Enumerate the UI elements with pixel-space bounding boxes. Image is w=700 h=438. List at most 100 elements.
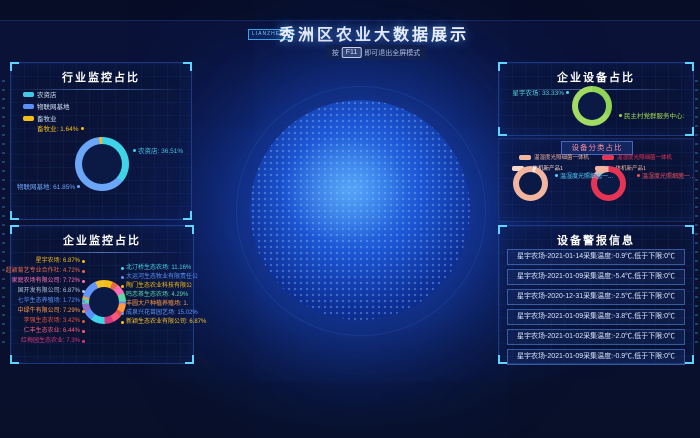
corner-accent xyxy=(10,211,19,220)
enterprise-label: 成泉兴花苗园艺场: 15.02% xyxy=(121,309,198,318)
legend-item[interactable]: 物联网基地 xyxy=(23,101,70,111)
page-title: 秀洲区农业大数据展示 xyxy=(0,21,700,45)
enterprise-donut-chart[interactable] xyxy=(82,280,126,324)
legend-label: 温湿度光照细菌一体机 xyxy=(617,153,672,161)
donut-label-agristore: 农资店: 36.51% xyxy=(133,145,183,155)
legend-item[interactable]: 农资店 xyxy=(23,89,70,99)
label-text: 家庭农场有限公司: 7.72% xyxy=(12,276,80,286)
label-dot xyxy=(121,276,124,279)
legend-swatch xyxy=(519,155,531,160)
corner-accent xyxy=(498,355,507,364)
label-text: 丰圆大户种植养殖场: 1. xyxy=(126,300,188,309)
industry-legend: 农资店 物联网基地 畜牧业 xyxy=(23,89,70,123)
divider xyxy=(21,252,183,253)
corner-accent xyxy=(498,225,507,234)
donut-label-livestock: 畜牧业: 1.64% xyxy=(37,123,84,133)
label-dot xyxy=(82,300,85,303)
corner-accent xyxy=(498,62,507,71)
top-bar xyxy=(0,0,700,21)
corner-accent xyxy=(185,355,194,364)
legend-item[interactable]: 温湿度光照细菌一体机 xyxy=(602,153,672,161)
label-dot xyxy=(82,330,85,333)
label-dot xyxy=(82,270,85,273)
enterprise-label: 七华生态养殖场: 1.72% xyxy=(18,296,85,306)
label-dot xyxy=(121,303,124,306)
label-text: 李强生态农场: 3.42% xyxy=(24,316,80,326)
label-dot xyxy=(82,260,85,263)
device-alarm-panel: 设备警报信息 星宇农场-2021-01-14采集温度:-0.9℃,低于下限:0℃… xyxy=(498,225,694,364)
alarm-row[interactable]: 星宇农场-2021-01-09采集温度:-0.9℃,低于下限:0℃ xyxy=(507,349,685,365)
alarm-panel-title: 设备警报信息 xyxy=(499,226,693,248)
class-donut-left[interactable] xyxy=(513,166,548,201)
label-dot xyxy=(81,127,84,130)
label-text: 鸣恋茶生态农场: 4.29% xyxy=(126,291,188,300)
alarm-text: 星宇农场-2021-01-09采集温度:-5.4℃,低于下限:0℃ xyxy=(517,273,675,280)
enterprise-label: 李强生态农场: 3.42% xyxy=(24,316,85,326)
label-dot xyxy=(121,285,124,288)
label-text: 大运河生态牧业有限责任公 xyxy=(126,273,198,282)
corner-accent xyxy=(183,211,192,220)
label-text: 红梅园生态农业: 7.3% xyxy=(21,336,80,346)
label-text: 七华生态养殖场: 1.72% xyxy=(18,296,80,306)
label-text: 温湿度光照细菌一... xyxy=(560,171,613,180)
legend-label: 农资店 xyxy=(37,89,57,99)
enterprise-ratio-panel: 企业监控占比 星宇农场: 6.87% 超颖菊艺专业合作社: 4.72% 家庭农场… xyxy=(10,225,194,364)
alarm-text: 星宇农场-2020-12-31采集温度:-2.5℃,低于下限:0℃ xyxy=(517,293,675,300)
legend-label: 温湿度光照细菌一体机 xyxy=(534,153,589,161)
alarm-row[interactable]: 星宇农场-2020-12-31采集温度:-2.5℃,低于下限:0℃ xyxy=(507,289,685,305)
globe-highlight xyxy=(281,135,409,245)
enterprise-labels-right: 北汀桥生态农场: 11.16% 大运河生态牧业有限责任公 陶门生态农业科技有限公… xyxy=(121,264,206,327)
legend-item[interactable]: 温湿度光照细菌一体机 xyxy=(519,153,589,161)
enterprise-label: 陶门生态农业科技有限公 xyxy=(121,282,192,291)
corner-accent xyxy=(10,62,19,71)
agri-dashboard: LIANZHENT 秀洲区农业大数据展示 按 F11 即可退出全屏模式 行业监控… xyxy=(0,0,700,438)
enterprise-label: 大运河生态牧业有限责任公 xyxy=(121,273,198,282)
enterprise-label: 超颖菊艺专业合作社: 4.72% xyxy=(6,266,85,276)
label-text: 北汀桥生态农场: 11.16% xyxy=(126,264,191,273)
enterprise-label: 国开发有限公司: 6.87% xyxy=(18,286,85,296)
label-dot xyxy=(121,312,124,315)
label-text: 仁丰生态农业: 6.44% xyxy=(24,326,80,336)
industry-panel-title: 行业监控占比 xyxy=(11,63,191,85)
legend-item[interactable]: 畜牧业 xyxy=(23,113,70,123)
label-text: 物联网基地: 61.85% xyxy=(17,181,75,191)
alarm-text: 星宇农场-2021-01-14采集温度:-0.9℃,低于下限:0℃ xyxy=(517,253,675,260)
enterprise-label: 家庭农场有限公司: 7.72% xyxy=(12,276,85,286)
device-ratio-panel: 企业设备占比 星宇农场: 33.33% 民主村党群服务中心: xyxy=(498,62,694,136)
label-dot xyxy=(82,340,85,343)
class-label-right: 温湿度光照细菌一... xyxy=(637,171,695,180)
tip-suffix: 即可退出全屏模式 xyxy=(364,48,420,58)
label-dot xyxy=(121,267,124,270)
label-text: 星宇农场: 6.87% xyxy=(36,256,80,266)
legend-swatch xyxy=(23,104,34,109)
corner-accent xyxy=(185,225,194,234)
f11-key-badge: F11 xyxy=(342,47,362,58)
enterprise-label: 中绿牛有限公司: 7.29% xyxy=(18,306,85,316)
label-dot xyxy=(82,290,85,293)
enterprise-panel-title: 企业监控占比 xyxy=(11,226,193,248)
label-dot xyxy=(82,320,85,323)
label-dot xyxy=(82,310,85,313)
corner-accent xyxy=(10,225,19,234)
device-donut-chart[interactable] xyxy=(572,86,612,126)
alarm-row[interactable]: 星宇农场-2021-01-02采集温度:-2.0℃,低于下限:0℃ xyxy=(507,329,685,345)
corner-accent xyxy=(685,127,694,136)
label-dot xyxy=(637,174,640,177)
alarm-list: 星宇农场-2021-01-14采集温度:-0.9℃,低于下限:0℃ 星宇农场-2… xyxy=(507,249,685,369)
alarm-text: 星宇农场-2021-01-09采集温度:-3.8℃,低于下限:0℃ xyxy=(517,313,675,320)
label-dot xyxy=(77,185,80,188)
alarm-row[interactable]: 星宇农场-2021-01-14采集温度:-0.9℃,低于下限:0℃ xyxy=(507,249,685,265)
alarm-row[interactable]: 星宇农场-2021-01-09采集温度:-3.8℃,低于下限:0℃ xyxy=(507,309,685,325)
alarm-row[interactable]: 星宇农场-2021-01-09采集温度:-5.4℃,低于下限:0℃ xyxy=(507,269,685,285)
enterprise-label: 新颖生态农业有限公司: 6.87% xyxy=(121,318,206,327)
class-label-left: 温湿度光照细菌一... xyxy=(555,171,613,180)
label-text: 温湿度光照细菌一... xyxy=(642,171,695,180)
corner-accent xyxy=(685,225,694,234)
corner-accent xyxy=(183,62,192,71)
enterprise-label: 仁丰生态农业: 6.44% xyxy=(24,326,85,336)
alarm-text: 星宇农场-2021-01-09采集温度:-0.9℃,低于下限:0℃ xyxy=(517,353,675,360)
corner-accent xyxy=(685,355,694,364)
industry-donut-chart[interactable] xyxy=(75,137,129,191)
corner-accent xyxy=(10,355,19,364)
tip-prefix: 按 xyxy=(332,48,339,58)
